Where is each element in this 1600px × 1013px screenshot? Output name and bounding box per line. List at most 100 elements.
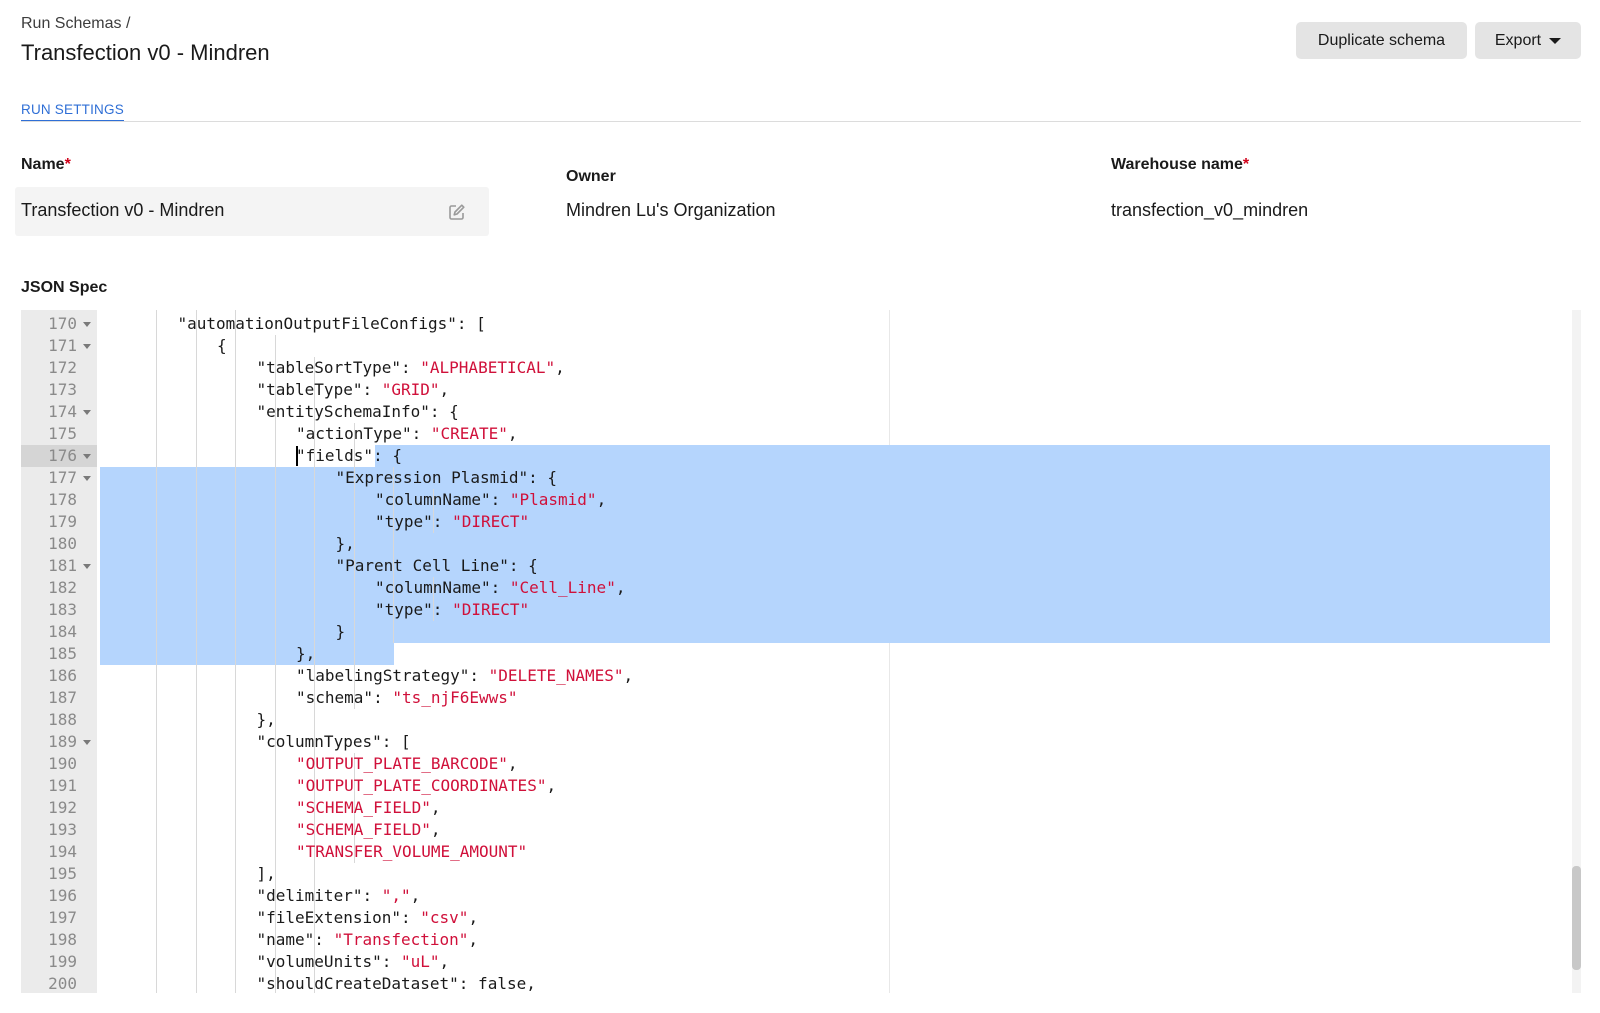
line-number: 185 <box>48 644 77 663</box>
indent-guide <box>274 753 276 775</box>
indent-guide <box>195 951 197 973</box>
name-label-text: Name <box>21 156 65 173</box>
indent-guide <box>235 643 236 665</box>
code-line: "tableType": "GRID", <box>257 379 450 401</box>
indent-guide <box>156 511 157 533</box>
fold-caret-icon[interactable] <box>83 344 91 349</box>
json-token: , <box>468 930 479 949</box>
line-number: 175 <box>48 424 77 443</box>
indent-guide <box>195 797 197 819</box>
json-token: "volumeUnits": <box>256 952 401 971</box>
line-number: 191 <box>48 776 77 795</box>
code-line: "volumeUnits": "uL", <box>257 951 450 973</box>
required-marker: * <box>64 156 71 173</box>
indent-guide <box>195 423 197 445</box>
fold-caret-icon[interactable] <box>83 454 91 459</box>
code-line: "automationOutputFileConfigs": [ <box>178 313 486 335</box>
json-token: "type": <box>375 600 453 619</box>
indent-guide <box>353 511 355 533</box>
indent-guide <box>156 907 157 929</box>
indent-guide <box>353 621 355 643</box>
indent-guide <box>274 687 276 709</box>
tab-run-settings[interactable]: RUN SETTINGS <box>21 102 124 122</box>
json-string: "ALPHABETICAL" <box>420 358 556 377</box>
json-token: , <box>555 358 565 377</box>
warehouse-label-text: Warehouse name <box>1111 156 1243 173</box>
json-code-editor[interactable]: 169],170"automationOutputFileConfigs": [… <box>21 310 1581 993</box>
indent-guide <box>235 885 236 907</box>
code-line: { <box>217 335 227 357</box>
selection-highlight <box>375 445 1550 467</box>
indent-guide <box>235 379 236 401</box>
editor-scrollbar-thumb[interactable] <box>1572 866 1581 970</box>
indent-guide <box>195 885 197 907</box>
json-string: "TRANSFER_VOLUME_AMOUNT" <box>296 842 528 861</box>
json-string: "OUTPUT_PLATE_COORDINATES" <box>296 776 547 795</box>
caret-down-icon <box>1549 37 1562 44</box>
json-token: "actionType": <box>296 424 431 443</box>
json-token: , <box>430 820 441 839</box>
line-number: 176 <box>48 446 77 465</box>
indent-guide <box>156 489 157 511</box>
line-number: 183 <box>48 600 77 619</box>
indent-guide <box>156 841 157 863</box>
json-token: ], <box>256 864 276 883</box>
json-token: "name": <box>256 930 334 949</box>
json-token: "fileExtension": <box>256 908 421 927</box>
edit-pencil-icon[interactable] <box>448 203 466 221</box>
indent-guide <box>156 951 157 973</box>
line-number: 181 <box>48 556 77 575</box>
fold-caret-icon[interactable] <box>83 740 91 745</box>
breadcrumb[interactable]: Run Schemas / <box>21 15 130 33</box>
json-token: , <box>507 424 518 443</box>
indent-guide <box>156 357 157 379</box>
code-line: "schema": "ts_njF6Ewws" <box>296 687 518 709</box>
line-number: 177 <box>48 468 77 487</box>
indent-guide <box>156 577 157 599</box>
indent-guide <box>156 797 157 819</box>
indent-guide <box>274 511 276 533</box>
json-token: "labelingStrategy": <box>296 666 489 685</box>
json-token: , <box>615 578 626 597</box>
fold-caret-icon[interactable] <box>83 410 91 415</box>
indent-guide <box>195 335 197 357</box>
code-line: "OUTPUT_PLATE_BARCODE", <box>296 753 518 775</box>
indent-guide <box>156 313 157 335</box>
json-token: "delimiter": <box>256 886 382 905</box>
json-string: "CREATE" <box>430 424 508 443</box>
indent-guide <box>274 643 276 665</box>
indent-guide <box>314 555 315 577</box>
indent-guide <box>156 643 157 665</box>
indent-guide <box>195 467 197 489</box>
json-token: , <box>439 952 450 971</box>
owner-label: Owner <box>566 168 616 185</box>
indent-guide <box>156 665 157 687</box>
indent-guide <box>235 467 236 489</box>
indent-guide <box>235 335 236 357</box>
json-token: "Parent Cell Line": { <box>335 556 538 575</box>
indent-guide <box>156 621 157 643</box>
indent-guide <box>156 775 157 797</box>
fold-caret-icon[interactable] <box>83 322 91 327</box>
json-token: "shouldCreateDataset": false, <box>256 974 536 993</box>
code-line: "labelingStrategy": "DELETE_NAMES", <box>296 665 633 687</box>
json-string: "Cell_Line" <box>509 578 616 597</box>
indent-guide <box>195 709 197 731</box>
indent-guide <box>195 489 197 511</box>
fold-caret-icon[interactable] <box>83 564 91 569</box>
line-number: 190 <box>48 754 77 773</box>
fold-caret-icon[interactable] <box>83 476 91 481</box>
json-string: "SCHEMA_FIELD" <box>296 798 431 817</box>
json-token: "type": <box>375 512 453 531</box>
duplicate-schema-button[interactable]: Duplicate schema <box>1296 22 1467 59</box>
indent-guide <box>235 929 236 951</box>
line-number: 195 <box>48 864 77 883</box>
code-line: "tableSortType": "ALPHABETICAL", <box>257 357 565 379</box>
export-button[interactable]: Export <box>1475 22 1581 59</box>
indent-guide <box>314 621 315 643</box>
indent-guide <box>156 709 157 731</box>
indent-guide <box>235 907 236 929</box>
indent-guide <box>195 357 197 379</box>
line-number: 199 <box>48 952 77 971</box>
line-number: 189 <box>48 732 77 751</box>
